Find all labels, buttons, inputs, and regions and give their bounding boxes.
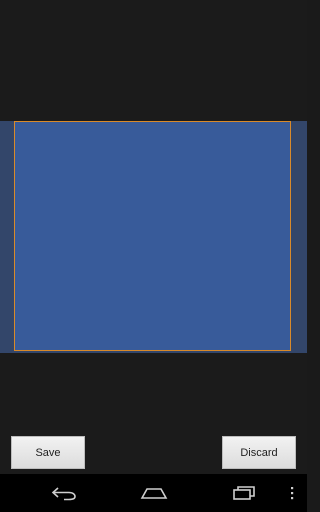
- home-button[interactable]: [130, 474, 178, 512]
- crop-screen: Save Discard: [0, 0, 307, 512]
- system-navigation-bar: [0, 474, 307, 512]
- recent-apps-button[interactable]: [220, 474, 268, 512]
- back-button[interactable]: [40, 474, 88, 512]
- home-icon: [140, 488, 168, 499]
- crop-selection-box[interactable]: [14, 121, 291, 351]
- discard-button[interactable]: Discard: [222, 436, 296, 469]
- save-button[interactable]: Save: [11, 436, 85, 469]
- recent-apps-icon: [233, 486, 255, 500]
- overflow-menu-button[interactable]: [282, 474, 302, 512]
- overflow-menu-icon: [291, 487, 294, 500]
- back-arrow-icon: [51, 487, 76, 501]
